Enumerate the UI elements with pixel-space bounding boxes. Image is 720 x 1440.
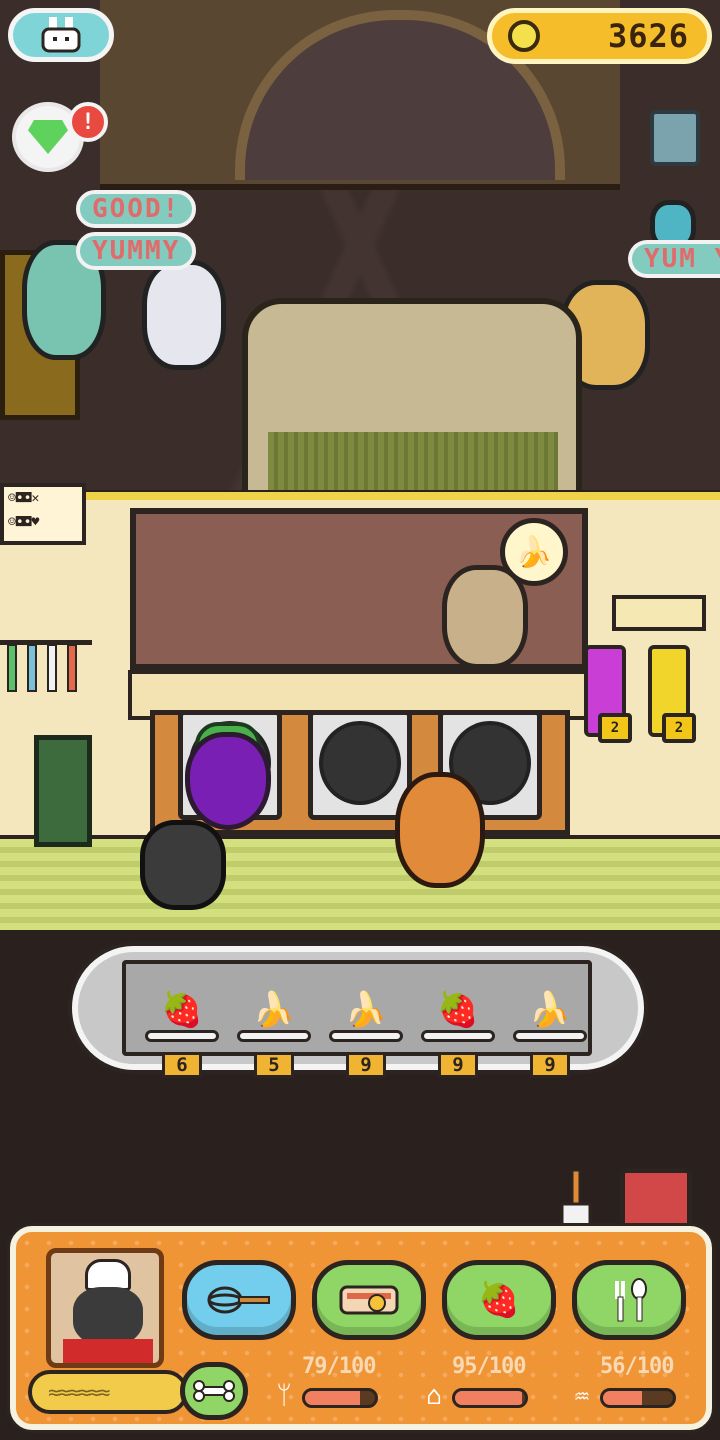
speech-good: GOOD!: [76, 190, 197, 228]
item-count: 5: [254, 1052, 294, 1078]
notification-badge: !: [68, 102, 108, 142]
eggplant-ingredient[interactable]: [185, 732, 271, 830]
order-bubble[interactable]: 🍌: [500, 518, 568, 586]
note-line-2: ☺◘◘♥: [8, 515, 40, 530]
stat-food-text: 79/100: [302, 1354, 376, 1379]
customer-cat[interactable]: [142, 260, 226, 370]
menu-button[interactable]: [8, 8, 114, 62]
chef-body: [63, 1339, 153, 1363]
tray-item[interactable]: 🍓 6: [144, 990, 220, 1078]
whisk-button[interactable]: [182, 1260, 296, 1340]
banana-icon: 🍌: [515, 534, 553, 570]
order-tray: 🍓 6 🍌 5 🍌 9 🍓 9 🍌 9: [72, 946, 644, 1078]
chef-head: [73, 1287, 143, 1345]
item-count: 9: [530, 1052, 570, 1078]
chef-avatar[interactable]: [46, 1248, 164, 1368]
speech-yummy: YUMMY: [76, 232, 197, 270]
plate: [237, 1030, 311, 1042]
banana-icon: 🍌: [252, 990, 296, 1030]
shiba-waiter[interactable]: [395, 772, 485, 888]
coin-icon: [508, 20, 540, 52]
stat-clean-text: 56/100: [600, 1354, 674, 1379]
stat-rest: ⌂ 95/100: [418, 1354, 558, 1424]
whisk-icon: [207, 1286, 270, 1314]
tray-item[interactable]: 🍌 5: [236, 990, 312, 1078]
stat-food: ᛘ 79/100: [268, 1354, 408, 1424]
fruit-icon: 🍓: [477, 1280, 521, 1320]
stat-rest-fill: [455, 1391, 522, 1405]
banana-icon: 🍌: [344, 990, 388, 1030]
fruit-button[interactable]: 🍓: [442, 1260, 556, 1340]
stat-clean-fill: [603, 1391, 643, 1405]
utensils-button[interactable]: [572, 1260, 686, 1340]
shower-icon: ♒: [574, 1381, 590, 1411]
bone-button[interactable]: [180, 1362, 248, 1420]
utensil-rail: [0, 640, 92, 692]
coin-value: 3626: [607, 17, 689, 55]
plate: [513, 1030, 587, 1042]
gem-icon: [28, 120, 68, 154]
utensils-hanging-icon: [7, 644, 77, 692]
chef-dog[interactable]: [140, 820, 226, 910]
note-line-1: ☺◘◘✕: [8, 491, 40, 506]
bed-icon: ⌂: [426, 1381, 442, 1411]
plate: [421, 1030, 495, 1042]
bed[interactable]: [242, 298, 582, 490]
bunny-icon: [41, 17, 81, 53]
kitchen-floor: [0, 835, 720, 930]
trash-bin[interactable]: [34, 735, 92, 847]
plate: [145, 1030, 219, 1042]
speech-yum-partial: YUM Y: [628, 240, 720, 278]
stat-clean-bar: [600, 1388, 676, 1408]
stat-food-fill: [305, 1391, 361, 1405]
padlock-2[interactable]: 2: [662, 713, 696, 743]
banana-icon: 🍌: [528, 990, 572, 1030]
stat-clean: ♒ 56/100: [566, 1354, 706, 1424]
bacon-icon: [339, 1285, 399, 1315]
knife-shelf: [612, 595, 706, 631]
item-count: 9: [346, 1052, 386, 1078]
coin-counter: 3626: [487, 8, 712, 64]
bottom-panel: 🍓 ≈≈≈≈≈≈ ᛘ 79/100 ⌂ 95/100 ♒ 56/100: [10, 1226, 712, 1430]
recipe-note[interactable]: ☺◘◘✕ ☺◘◘♥: [0, 483, 86, 545]
tray-item[interactable]: 🍌 9: [328, 990, 404, 1078]
bed-blanket: [268, 432, 558, 490]
stat-rest-text: 95/100: [452, 1354, 526, 1379]
toolbox-icon[interactable]: [620, 1168, 692, 1232]
fork-spoon-icon: ᛘ: [276, 1381, 292, 1411]
padlock-1[interactable]: 2: [598, 713, 632, 743]
bone-icon: [193, 1380, 235, 1402]
rank-progress: ≈≈≈≈≈≈: [28, 1370, 188, 1414]
strawberry-icon: 🍓: [436, 990, 480, 1030]
tray-shelf: 🍓 6 🍌 5 🍌 9 🍓 9 🍌 9: [122, 960, 592, 1078]
bacon-button[interactable]: [312, 1260, 426, 1340]
utensils-icon: [615, 1278, 647, 1322]
stove-2[interactable]: [308, 710, 412, 820]
stat-food-bar: [302, 1388, 378, 1408]
calendar-icon[interactable]: [650, 110, 700, 166]
stat-rest-bar: [452, 1388, 528, 1408]
item-count: 6: [162, 1052, 202, 1078]
plate: [329, 1030, 403, 1042]
tray-item[interactable]: 🍌 9: [512, 990, 588, 1078]
item-count: 9: [438, 1052, 478, 1078]
tray-item[interactable]: 🍓 9: [420, 990, 496, 1078]
burner-icon: [319, 721, 401, 805]
strawberry-icon: 🍓: [160, 990, 204, 1030]
